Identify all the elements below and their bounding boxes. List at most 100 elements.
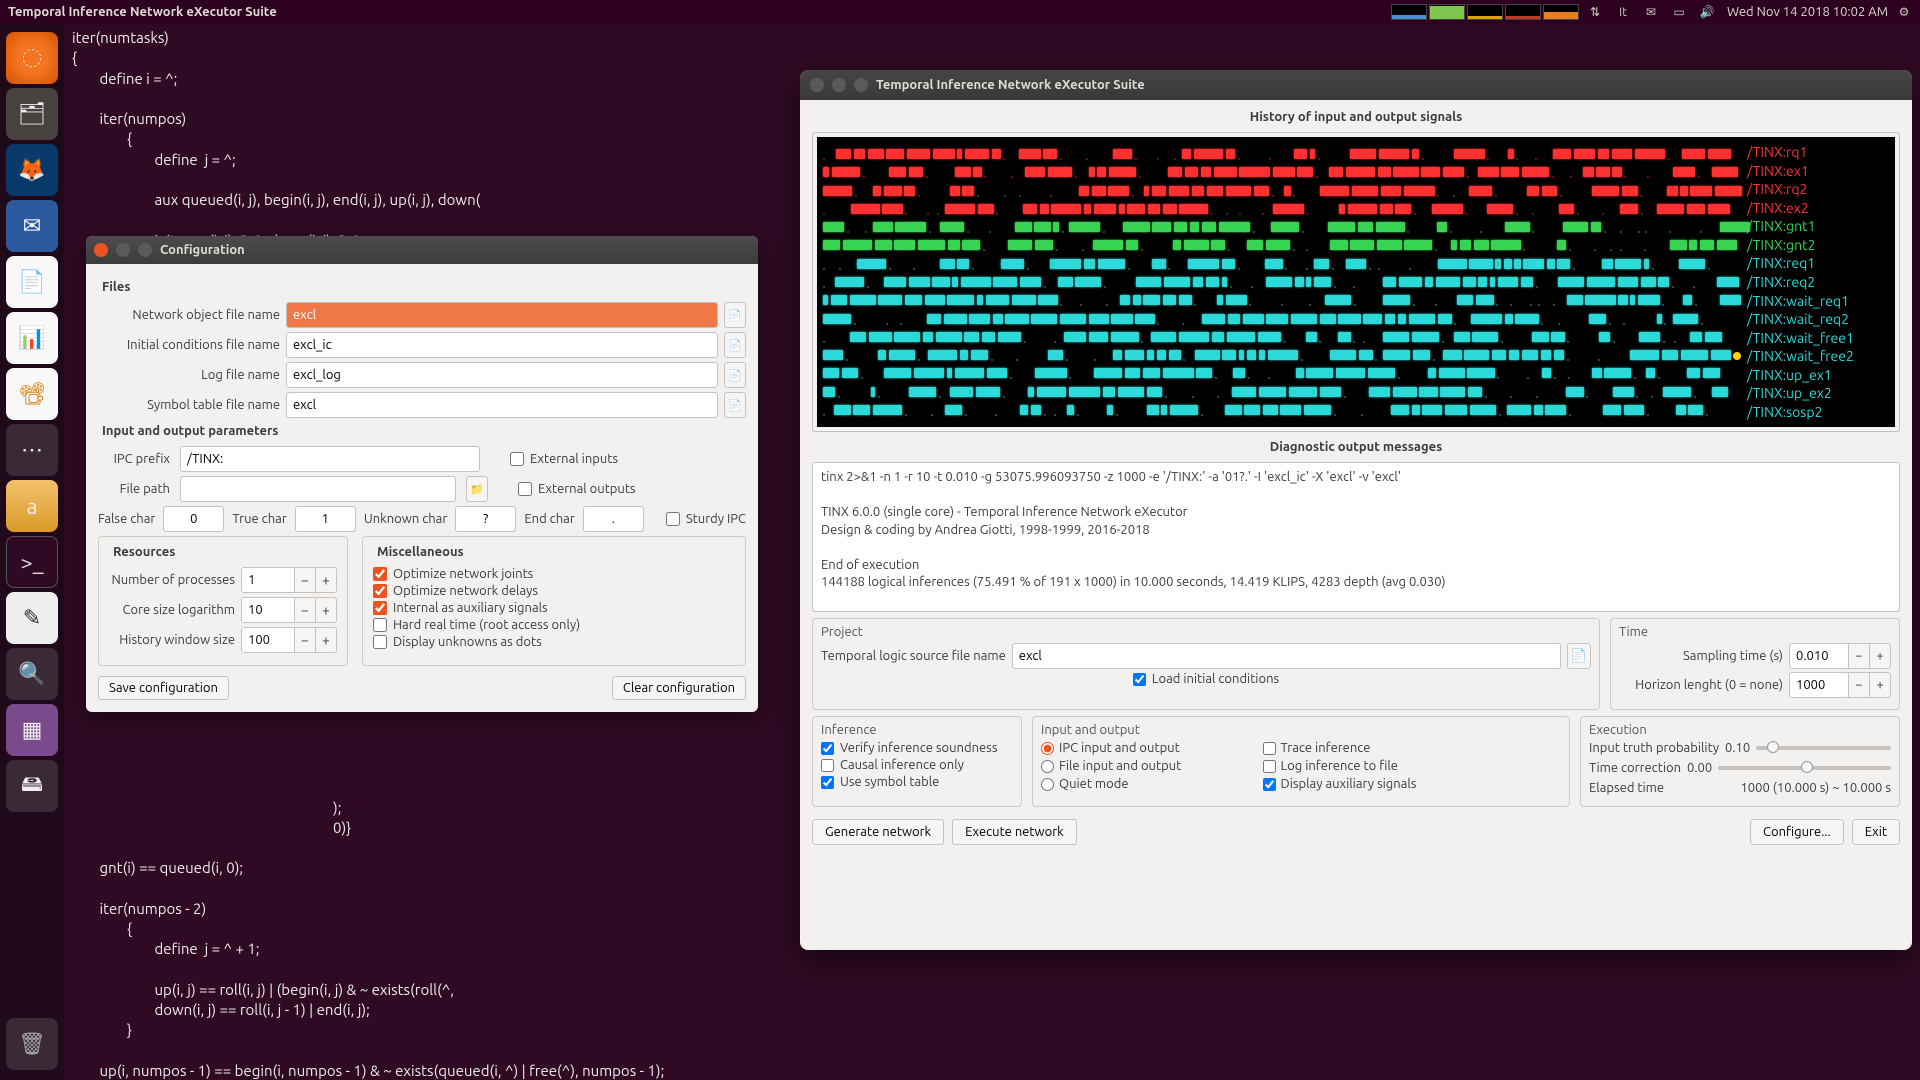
search-icon[interactable]: 🔍: [6, 648, 58, 700]
ipc-prefix-input[interactable]: [180, 446, 480, 472]
minimize-icon[interactable]: [832, 78, 846, 92]
volume-icon[interactable]: 🔊: [1699, 4, 1715, 20]
configure-button[interactable]: Configure...: [1750, 819, 1844, 845]
horizon-input[interactable]: [1789, 672, 1849, 698]
clock[interactable]: Wed Nov 14 2018 10:02 AM: [1727, 5, 1888, 19]
signal-track: [823, 312, 1721, 326]
config-titlebar[interactable]: Configuration: [86, 236, 758, 264]
network-obj-input[interactable]: [286, 302, 718, 328]
core-log-input[interactable]: [241, 597, 295, 623]
diag-line: TINX 6.0.0 (single core) - Temporal Infe…: [821, 504, 1891, 522]
close-icon[interactable]: [810, 78, 824, 92]
impress-icon[interactable]: 📽: [6, 368, 58, 420]
signal-track: [823, 385, 1721, 399]
text-editor-icon[interactable]: ✎: [6, 592, 58, 644]
plus-icon[interactable]: +: [315, 597, 337, 623]
end-char-input[interactable]: [583, 506, 644, 532]
signal-track: [823, 202, 1721, 216]
minus-icon[interactable]: −: [1848, 643, 1870, 669]
hard-rt-checkbox[interactable]: [373, 618, 387, 632]
ipc-radio[interactable]: [1041, 742, 1054, 755]
false-char-input[interactable]: [163, 506, 224, 532]
configuration-dialog: Configuration Files Network object file …: [86, 236, 758, 712]
file-open-icon[interactable]: 📄: [724, 332, 746, 358]
close-icon[interactable]: [94, 243, 108, 257]
calc-icon[interactable]: 📊: [6, 312, 58, 364]
app-icon[interactable]: ▦: [6, 704, 58, 756]
minus-icon[interactable]: −: [294, 597, 316, 623]
maximize-icon[interactable]: [138, 243, 152, 257]
file-open-icon[interactable]: 📄: [1567, 643, 1591, 669]
load-ic-checkbox[interactable]: [1133, 673, 1146, 686]
src-file-input[interactable]: [1012, 643, 1561, 669]
num-proc-input[interactable]: [241, 567, 295, 593]
unknown-char-input[interactable]: [455, 506, 516, 532]
corr-slider[interactable]: [1718, 766, 1891, 770]
init-cond-input[interactable]: [286, 332, 718, 358]
thunderbird-icon[interactable]: ✉: [6, 200, 58, 252]
plus-icon[interactable]: +: [315, 567, 337, 593]
diag-line: [821, 487, 1891, 505]
file-open-icon[interactable]: 📄: [724, 392, 746, 418]
mail-indicator-icon[interactable]: ✉: [1643, 4, 1659, 20]
minus-icon[interactable]: −: [294, 567, 316, 593]
external-inputs-checkbox[interactable]: [510, 452, 524, 466]
symtab-file-input[interactable]: [286, 392, 718, 418]
maximize-icon[interactable]: [854, 78, 868, 92]
minus-icon[interactable]: −: [294, 627, 316, 653]
internal-aux-checkbox[interactable]: [373, 601, 387, 615]
trace-checkbox[interactable]: [1263, 742, 1276, 755]
execute-button[interactable]: Execute network: [952, 819, 1077, 845]
signal-label: /TINX:req1: [1733, 255, 1887, 271]
external-outputs-checkbox[interactable]: [518, 482, 532, 496]
clear-config-button[interactable]: Clear configuration: [612, 676, 746, 700]
signal-history-plot: /TINX:rq1/TINX:ex1/TINX:rq2/TINX:ex2/TIN…: [817, 137, 1895, 427]
plus-icon[interactable]: +: [315, 627, 337, 653]
minus-icon[interactable]: −: [1848, 672, 1870, 698]
session-gear-icon[interactable]: ⚙: [1896, 4, 1912, 20]
minimize-icon[interactable]: [116, 243, 130, 257]
file-open-icon[interactable]: 📄: [724, 362, 746, 388]
files-icon[interactable]: 🗂: [6, 88, 58, 140]
symtab-checkbox[interactable]: [821, 776, 834, 789]
true-char-input[interactable]: [295, 506, 356, 532]
firefox-icon[interactable]: 🦊: [6, 144, 58, 196]
exit-button[interactable]: Exit: [1852, 819, 1900, 845]
tinx-titlebar[interactable]: Temporal Inference Network eXecutor Suit…: [800, 70, 1912, 100]
diag-title: Diagnostic output messages: [812, 440, 1900, 454]
system-monitor-graphs[interactable]: [1391, 4, 1579, 20]
terminal-icon[interactable]: >_: [6, 536, 58, 588]
amazon-icon[interactable]: a: [6, 480, 58, 532]
verify-checkbox[interactable]: [821, 742, 834, 755]
disp-unk-checkbox[interactable]: [373, 635, 387, 649]
device-icon[interactable]: 🖴: [6, 760, 58, 812]
ubuntu-software-icon[interactable]: ⋯: [6, 424, 58, 476]
plus-icon[interactable]: +: [1869, 672, 1891, 698]
quiet-radio[interactable]: [1041, 778, 1054, 791]
hist-win-input[interactable]: [241, 627, 295, 653]
updown-icon[interactable]: ⇅: [1587, 4, 1603, 20]
folder-open-icon[interactable]: 📁: [466, 476, 488, 502]
battery-icon[interactable]: ▭: [1671, 4, 1687, 20]
generate-button[interactable]: Generate network: [812, 819, 944, 845]
writer-icon[interactable]: 📄: [6, 256, 58, 308]
sturdy-ipc-checkbox[interactable]: [666, 512, 680, 526]
causal-checkbox[interactable]: [821, 759, 834, 772]
opt-joints-checkbox[interactable]: [373, 567, 387, 581]
file-path-input[interactable]: [180, 476, 456, 502]
logfile-checkbox[interactable]: [1263, 760, 1276, 773]
plus-icon[interactable]: +: [1869, 643, 1891, 669]
dash-icon[interactable]: ◌: [6, 32, 58, 84]
ipc-radio-label: IPC input and output: [1059, 741, 1180, 755]
save-config-button[interactable]: Save configuration: [98, 676, 229, 700]
trash-icon[interactable]: 🗑: [6, 1018, 58, 1070]
opt-delays-checkbox[interactable]: [373, 584, 387, 598]
symtab-file-label: Symbol table file name: [98, 398, 280, 412]
prob-slider[interactable]: [1756, 746, 1891, 750]
file-open-icon[interactable]: 📄: [724, 302, 746, 328]
sampling-input[interactable]: [1789, 643, 1849, 669]
file-radio[interactable]: [1041, 760, 1054, 773]
log-file-input[interactable]: [286, 362, 718, 388]
keyboard-indicator-icon[interactable]: It: [1615, 4, 1631, 20]
aux-checkbox[interactable]: [1263, 778, 1276, 791]
